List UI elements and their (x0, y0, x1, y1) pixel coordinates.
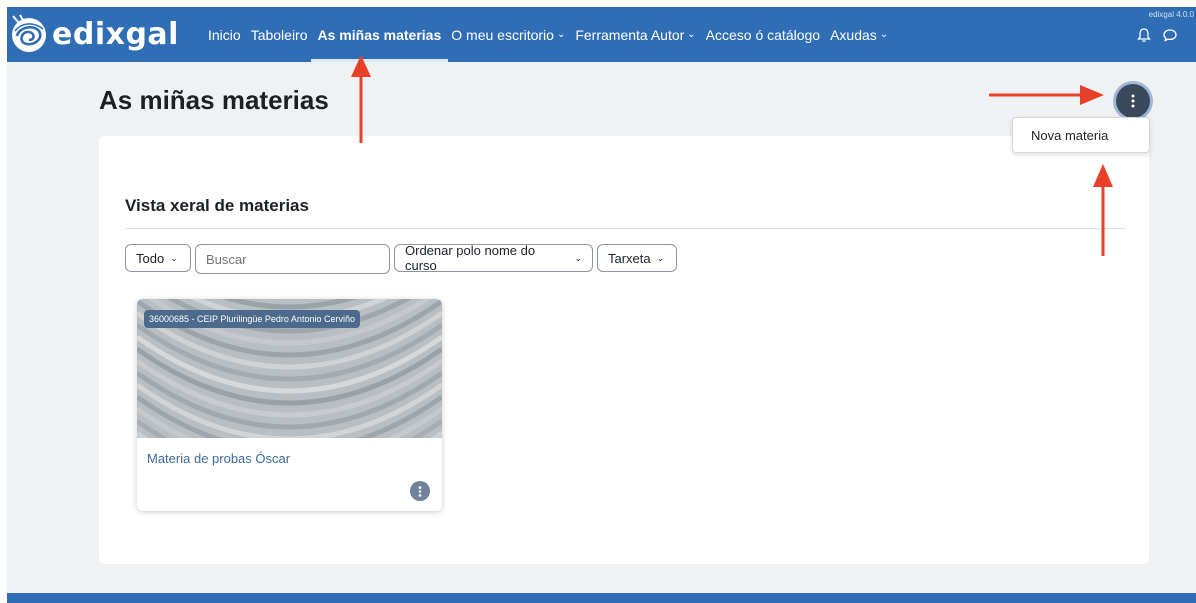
grouping-dropdown[interactable]: Todo ⌄ (125, 244, 191, 272)
kebab-icon (1131, 94, 1135, 108)
menu-item-nova-materia[interactable]: Nova materia (1031, 128, 1108, 143)
sort-dropdown[interactable]: Ordenar polo nome do curso ⌄ (394, 243, 593, 273)
chevron-down-icon: ⌄ (687, 29, 696, 40)
nav-item-label: As miñas materias (317, 26, 442, 43)
brand-name: edixgal (52, 16, 179, 52)
page-actions-dropdown: Nova materia (1012, 117, 1150, 153)
edixgal-logo-icon (12, 14, 46, 52)
view-dropdown[interactable]: Tarxeta ⌄ (597, 244, 677, 272)
divider (125, 228, 1125, 229)
nav-item-label: O meu escritorio (451, 26, 554, 43)
arrow-up-nav (351, 55, 371, 143)
nav-item-label: Taboleiro (250, 26, 308, 43)
course-overview-block: Vista xeral de materias Todo ⌄ Ordenar p… (99, 136, 1149, 564)
page-title: As miñas materias (99, 85, 329, 115)
chevron-down-icon: ⌄ (879, 29, 889, 40)
nav-item-label: Acceso ó catálogo (705, 26, 821, 43)
nav-item-acceso-catalogo[interactable]: Acceso ó catálogo (706, 7, 820, 62)
nav-item-taboleiro[interactable]: Taboleiro (251, 7, 308, 62)
app-frame: edixgal Inicio Taboleiro As miñas materi… (7, 7, 1196, 603)
nav-item-inicio[interactable]: Inicio (208, 7, 241, 62)
search-input[interactable] (195, 244, 390, 274)
version-label: edixgal 4.0.0 (1148, 10, 1194, 19)
nav-item-axudas[interactable]: Axudas ⌄ (830, 7, 888, 62)
nav-item-as-minas-materias[interactable]: As miñas materias (310, 7, 448, 62)
footer-bar (7, 593, 1196, 603)
view-value: Tarxeta (608, 250, 651, 266)
course-card[interactable]: 36000685 - CEIP Plurilingüe Pedro Antoni… (137, 299, 442, 511)
section-title: Vista xeral de materias (125, 196, 309, 215)
sort-value: Ordenar polo nome do curso (405, 243, 536, 273)
course-menu-button[interactable] (410, 481, 430, 501)
nav-item-label: Inicio (208, 26, 241, 43)
course-category-badge: 36000685 - CEIP Plurilingüe Pedro Antoni… (144, 310, 360, 328)
page-actions-button[interactable] (1116, 84, 1150, 118)
grouping-value: Todo (136, 250, 165, 266)
chevron-down-icon: ⌄ (170, 252, 178, 263)
brand[interactable]: edixgal (9, 12, 179, 56)
course-name-link[interactable]: Materia de probas Óscar (147, 451, 290, 466)
chevron-down-icon: ⌄ (574, 252, 582, 263)
chevron-down-icon: ⌄ (656, 252, 665, 263)
bell-icon[interactable] (1136, 27, 1152, 43)
nav-item-label: Ferramenta Autor (575, 26, 685, 43)
nav-item-label: Axudas (830, 26, 877, 43)
chat-icon[interactable] (1162, 27, 1178, 43)
nav-item-o-meu-escritorio[interactable]: O meu escritorio ⌄ (451, 7, 565, 62)
main-nav: Inicio Taboleiro As miñas materias O meu… (208, 7, 898, 62)
kebab-icon (418, 485, 422, 497)
chevron-down-icon: ⌄ (556, 29, 566, 40)
nav-item-ferramenta-autor[interactable]: Ferramenta Autor ⌄ (575, 7, 695, 62)
arrow-right-actions (989, 85, 1104, 105)
top-navbar: edixgal Inicio Taboleiro As miñas materi… (7, 7, 1196, 62)
